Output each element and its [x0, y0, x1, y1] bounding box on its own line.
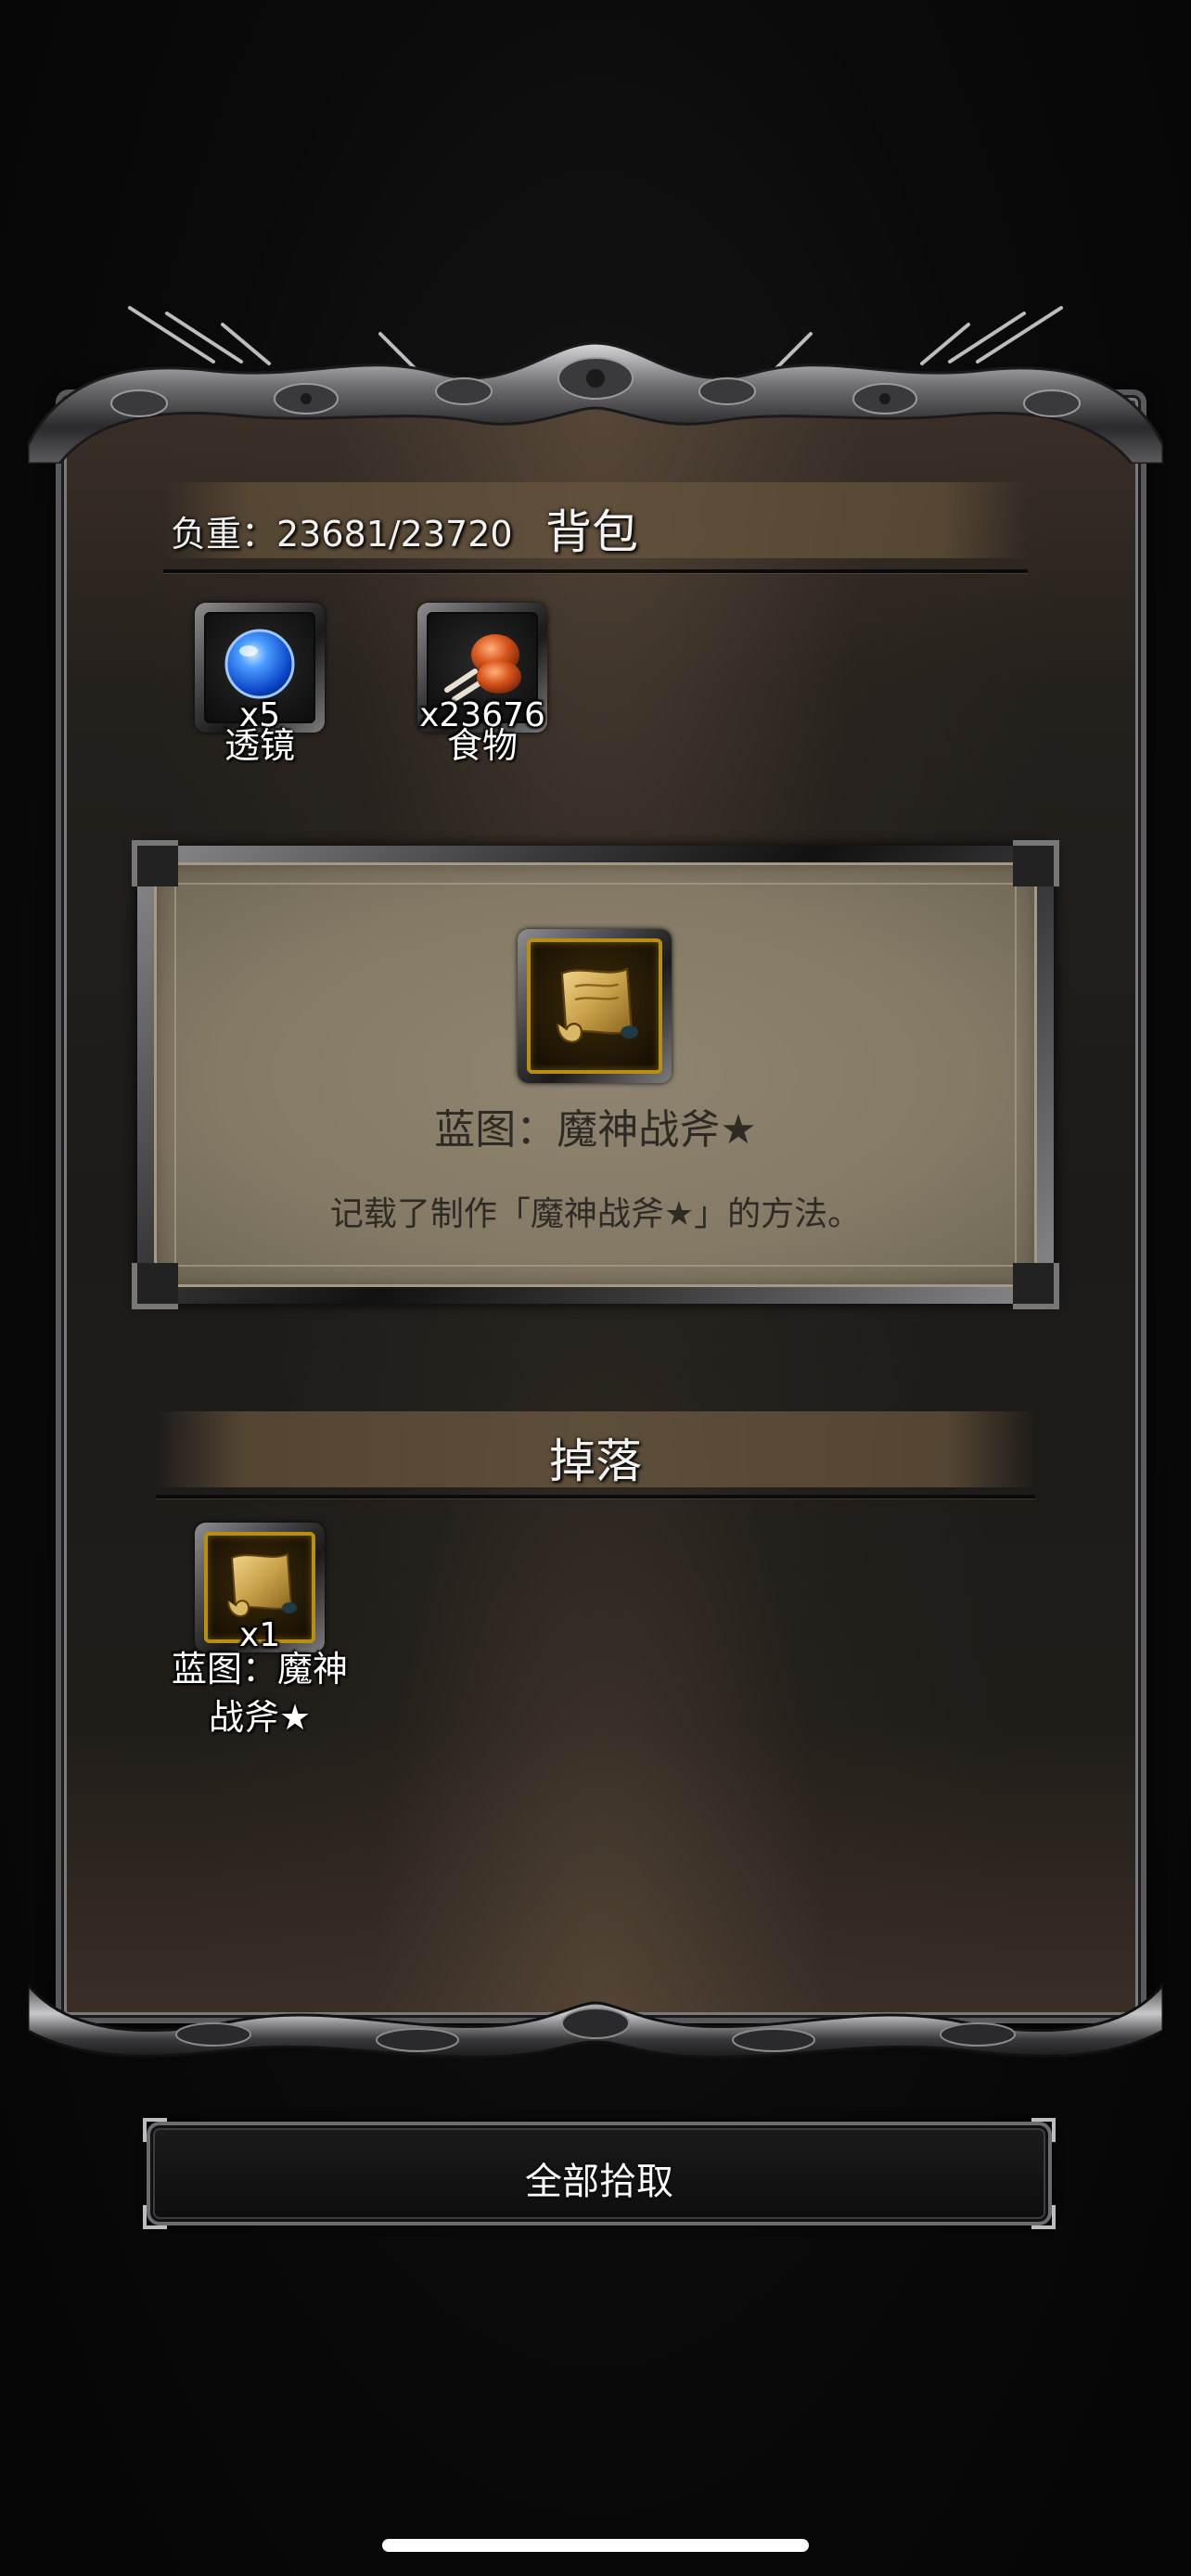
panel-top-ornament: [28, 306, 1163, 464]
corner-ornament-icon: [1031, 2205, 1056, 2229]
collect-all-button[interactable]: 全部拾取: [143, 2118, 1056, 2229]
drop-item-name: 蓝图：魔神 战斧★: [148, 1645, 371, 1741]
drop-item-name-line1: 蓝图：魔神: [171, 1649, 348, 1690]
panel-bottom-ornament: [28, 1982, 1163, 2059]
corner-ornament-icon: [1031, 2118, 1056, 2142]
detail-item-slot: [518, 929, 672, 1083]
drop-item-blueprint[interactable]: x1: [195, 1523, 325, 1654]
collect-all-label: 全部拾取: [525, 2161, 673, 2203]
drop-item-name-line2: 战斧★: [208, 1697, 312, 1738]
corner-ornament-icon: [143, 2205, 167, 2229]
backpack-item-food[interactable]: x23676: [417, 603, 547, 734]
game-screen: 负重：23681/23720 背包 x5 透镜 x23676 食物 蓝图：魔神战…: [0, 0, 1191, 2576]
home-indicator[interactable]: [382, 2539, 809, 2552]
card-corner-top-left: [132, 840, 178, 886]
item-name-food: 食物: [446, 725, 518, 766]
card-corner-bottom-left: [132, 1263, 178, 1309]
backpack-item-lens[interactable]: x5: [195, 603, 325, 734]
blueprint-scroll-icon: [556, 967, 638, 1043]
detail-item-title: 蓝图：魔神战斧★: [434, 1106, 757, 1154]
backpack-title: 背包: [545, 505, 638, 559]
detail-item-description: 记载了制作「魔神战斧★」的方法。: [329, 1195, 862, 1233]
drops-title: 掉落: [549, 1435, 642, 1488]
weight-label: 负重：23681/23720: [171, 514, 513, 555]
drops-divider: [156, 1495, 1035, 1498]
item-detail-card: 蓝图：魔神战斧★ 记载了制作「魔神战斧★」的方法。: [132, 840, 1059, 1309]
item-name-lens: 透镜: [224, 725, 295, 766]
card-corner-top-right: [1013, 840, 1059, 886]
backpack-divider: [163, 569, 1028, 573]
corner-ornament-icon: [143, 2118, 167, 2142]
card-corner-bottom-right: [1013, 1263, 1059, 1309]
